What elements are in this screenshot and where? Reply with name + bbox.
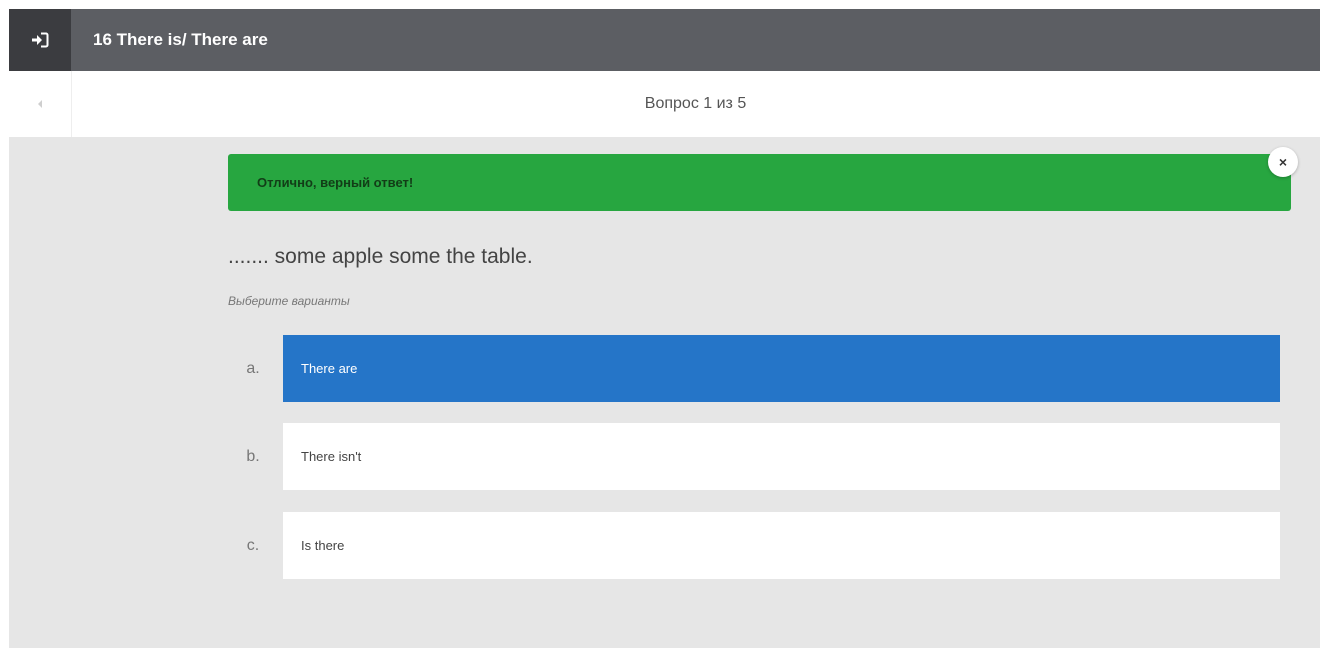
exit-button[interactable] — [9, 9, 71, 71]
question-hint: Выберите варианты — [228, 294, 350, 308]
feedback-alert: Отлично, верный ответ! — [228, 154, 1291, 211]
previous-question-button[interactable] — [9, 71, 72, 137]
question-nav-bar: Вопрос 1 из 5 — [9, 71, 1320, 137]
quiz-window: 16 There is/ There are Вопрос 1 из 5 Отл… — [9, 9, 1320, 648]
option-label: There isn't — [301, 449, 362, 464]
option-label: There are — [301, 361, 358, 376]
question-text: ....... some apple some the table. — [228, 245, 533, 268]
quiz-title: 16 There is/ There are — [93, 30, 268, 49]
answer-option-b[interactable]: There isn't — [283, 423, 1280, 490]
option-letter: b. — [246, 448, 260, 465]
exit-icon — [32, 32, 49, 48]
chevron-left-icon — [38, 100, 42, 108]
feedback-message: Отлично, верный ответ! — [257, 175, 414, 190]
question-counter: Вопрос 1 из 5 — [644, 95, 747, 112]
answer-option-a[interactable]: There are — [283, 335, 1280, 402]
close-icon: × — [1278, 154, 1288, 170]
option-letter: c. — [246, 537, 260, 554]
close-alert-button[interactable]: × — [1268, 147, 1298, 177]
answer-option-c[interactable]: Is there — [283, 512, 1280, 579]
option-label: Is there — [301, 538, 345, 553]
option-letter: a. — [246, 360, 260, 377]
header-bar: 16 There is/ There are — [9, 9, 1320, 71]
